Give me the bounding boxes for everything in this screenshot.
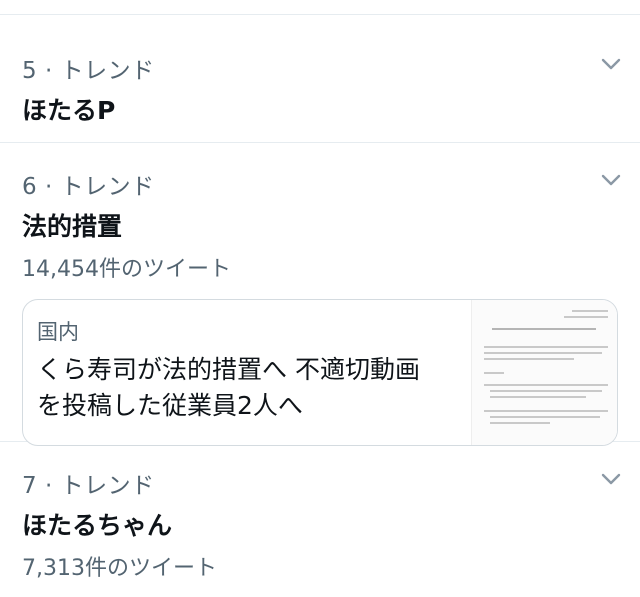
news-headline: くら寿司が法的措置へ 不適切動画 を投稿した従業員2人へ [37, 352, 471, 424]
doc-line [492, 328, 596, 330]
doc-line [490, 422, 550, 424]
doc-line [564, 316, 608, 318]
trend-item-5[interactable]: 5 · トレンド ほたるP [0, 15, 640, 142]
news-category: 国内 [37, 320, 79, 344]
news-text: 国内 くら寿司が法的措置へ 不適切動画 を投稿した従業員2人へ [23, 300, 471, 445]
trend-title: ほたるちゃん [22, 511, 173, 540]
doc-line [484, 352, 602, 354]
doc-line [484, 372, 504, 374]
news-headline-line: を投稿した従業員2人へ [37, 391, 303, 420]
tweet-count: 7,313件のツイート [22, 556, 217, 581]
doc-line [484, 358, 574, 360]
trend-title: ほたるP [22, 96, 116, 125]
trend-item-6[interactable]: 6 · トレンド 法的措置 14,454件のツイート 国内 くら寿司が法的措置へ… [0, 143, 640, 446]
doc-line [484, 346, 608, 348]
trend-item-7[interactable]: 7 · トレンド ほたるちゃん 7,313件のツイート [0, 442, 640, 582]
news-thumbnail [471, 300, 617, 445]
doc-line [490, 416, 600, 418]
doc-line [484, 384, 608, 386]
doc-line [490, 390, 602, 392]
trend-meta: 7 · トレンド [22, 473, 155, 499]
timeline: 5 · トレンド ほたるP 6 · トレンド 法的措置 14,454件のツイート… [0, 14, 640, 597]
chevron-down-icon[interactable] [600, 169, 622, 191]
news-card[interactable]: 国内 くら寿司が法的措置へ 不適切動画 を投稿した従業員2人へ [22, 299, 618, 446]
chevron-down-icon[interactable] [600, 53, 622, 75]
doc-line [490, 396, 586, 398]
tweet-count: 14,454件のツイート [22, 257, 231, 282]
chevron-down-icon[interactable] [600, 468, 622, 490]
trend-meta: 6 · トレンド [22, 174, 155, 200]
trend-meta: 5 · トレンド [22, 58, 155, 84]
trend-title: 法的措置 [22, 212, 123, 241]
doc-line [572, 310, 608, 312]
doc-line [484, 410, 608, 412]
news-headline-line: くら寿司が法的措置へ 不適切動画 [37, 355, 420, 384]
